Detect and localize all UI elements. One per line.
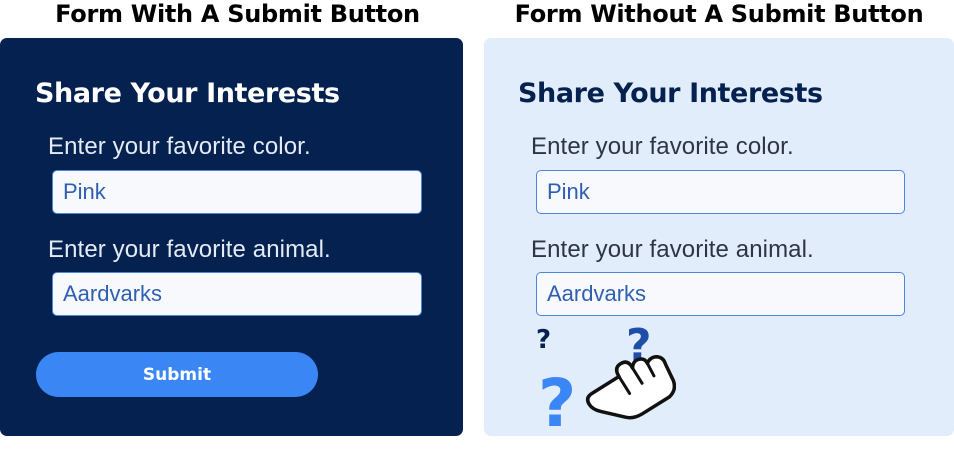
favorite-animal-label: Enter your favorite animal. [48,236,331,263]
favorite-animal-label: Enter your favorite animal. [531,236,814,263]
favorite-animal-input[interactable] [536,272,905,316]
favorite-color-label: Enter your favorite color. [531,133,794,160]
heading-form-without-submit: Form Without A Submit Button [514,0,924,28]
favorite-animal-input[interactable] [52,272,422,316]
question-mark-icon: ? [536,325,551,355]
question-mark-icon: ? [538,365,576,442]
form-title: Share Your Interests [518,78,823,109]
favorite-color-input[interactable] [536,170,905,214]
confused-user-graphic: ? ? ? [536,322,676,442]
favorite-color-input[interactable] [52,170,422,214]
form-with-submit-panel: Share Your Interests Enter your favorite… [0,38,463,436]
form-without-submit-panel: Share Your Interests Enter your favorite… [484,38,954,442]
heading-form-with-submit: Form With A Submit Button [55,0,420,28]
favorite-color-label: Enter your favorite color. [48,133,311,160]
submit-button[interactable]: Submit [36,352,318,397]
form-title: Share Your Interests [35,78,340,109]
